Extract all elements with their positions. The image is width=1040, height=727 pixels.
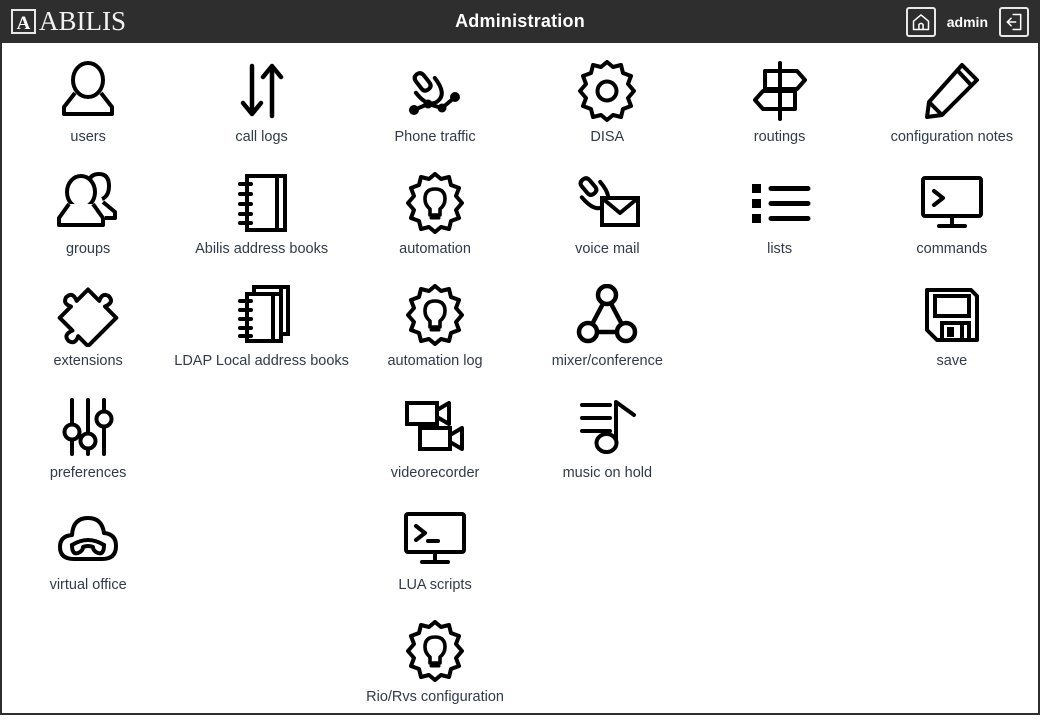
phone-network-icon <box>402 55 468 127</box>
tile-empty <box>693 391 865 503</box>
user-icon <box>58 55 118 127</box>
tile-abilis-address-books[interactable]: Abilis address books <box>174 167 349 279</box>
tile-save[interactable]: save <box>866 279 1038 391</box>
tile-call-logs[interactable]: call logs <box>174 55 349 167</box>
tile-rio-rvs-configuration[interactable]: Rio/Rvs configuration <box>349 615 521 727</box>
bullet-list-icon <box>749 167 811 239</box>
tile-label: voice mail <box>575 241 640 257</box>
tile-empty <box>693 279 865 391</box>
tile-label: users <box>70 129 106 145</box>
admin-page: A ABILIS Administration admin users call… <box>0 0 1040 715</box>
tile-routings[interactable]: routings <box>693 55 865 167</box>
tile-empty <box>866 391 1038 503</box>
tile-label: music on hold <box>562 465 653 481</box>
tile-preferences[interactable]: preferences <box>2 391 174 503</box>
tile-label: Phone traffic <box>394 129 476 145</box>
tile-commands[interactable]: commands <box>866 167 1038 279</box>
tile-phone-traffic[interactable]: Phone traffic <box>349 55 521 167</box>
tile-configuration-notes[interactable]: configuration notes <box>866 55 1038 167</box>
tile-label: DISA <box>590 129 625 145</box>
tile-virtual-office[interactable]: virtual office <box>2 503 174 615</box>
cloud-phone-icon <box>56 503 120 575</box>
tile-label: automation <box>399 241 471 257</box>
tile-label: preferences <box>49 465 127 481</box>
up-down-arrows-icon <box>233 55 291 127</box>
tile-empty <box>866 503 1038 615</box>
home-icon <box>912 13 930 30</box>
sliders-icon <box>59 391 117 463</box>
tile-label: groups <box>65 241 111 257</box>
gear-icon <box>576 55 638 127</box>
tile-label: extensions <box>53 353 123 369</box>
tile-label: virtual office <box>49 577 127 593</box>
tile-disa[interactable]: DISA <box>521 55 693 167</box>
top-bar: A ABILIS Administration admin <box>0 0 1040 43</box>
tile-empty <box>693 503 865 615</box>
notebook-icon <box>233 167 291 239</box>
gear-bulb-icon <box>404 279 466 351</box>
tile-empty <box>2 615 174 727</box>
floppy-disk-icon <box>921 279 983 351</box>
tile-users[interactable]: users <box>2 55 174 167</box>
tile-label: lists <box>767 241 793 257</box>
tile-automation-log[interactable]: automation log <box>349 279 521 391</box>
monitor-prompt-icon <box>919 167 985 239</box>
tile-extensions[interactable]: extensions <box>2 279 174 391</box>
tile-empty <box>174 503 349 615</box>
tile-music-on-hold[interactable]: music on hold <box>521 391 693 503</box>
tile-groups[interactable]: groups <box>2 167 174 279</box>
signpost-icon <box>749 55 811 127</box>
tile-empty <box>521 503 693 615</box>
monitor-prompt-icon <box>402 503 468 575</box>
gear-bulb-icon <box>404 167 466 239</box>
tile-label: routings <box>753 129 806 145</box>
tile-empty <box>693 615 865 727</box>
tile-label: LDAP Local address books <box>174 353 349 369</box>
conference-nodes-icon <box>576 279 638 351</box>
gear-bulb-icon <box>404 615 466 687</box>
home-button[interactable] <box>905 6 936 37</box>
tile-label: configuration notes <box>890 129 1014 145</box>
logout-button[interactable] <box>999 6 1029 37</box>
tile-label: save <box>936 353 968 369</box>
logo-mark-icon: A <box>11 9 36 34</box>
video-camera-icon <box>403 391 467 463</box>
tile-ldap-address-books[interactable]: LDAP Local address books <box>174 279 349 391</box>
tile-label: commands <box>916 241 988 257</box>
tile-lua-scripts[interactable]: LUA scripts <box>349 503 521 615</box>
tile-automation[interactable]: automation <box>349 167 521 279</box>
pencil-icon <box>921 55 983 127</box>
tile-label: call logs <box>235 129 288 145</box>
brand-logo: A ABILIS <box>11 8 126 35</box>
tile-label: mixer/conference <box>551 353 663 369</box>
logo-text: ABILIS <box>39 6 126 36</box>
top-bar-actions: admin <box>905 6 1029 37</box>
tile-empty <box>866 615 1038 727</box>
logout-icon <box>1006 13 1022 30</box>
tile-empty <box>174 615 349 727</box>
tile-label: videorecorder <box>390 465 480 481</box>
users-group-icon <box>55 167 121 239</box>
module-grid: users call logs Phone traffic DISA routi… <box>2 43 1038 727</box>
tile-empty <box>174 391 349 503</box>
puzzle-piece-icon <box>56 279 120 351</box>
tile-label: Rio/Rvs configuration <box>366 689 504 705</box>
page-title: Administration <box>455 11 585 31</box>
music-note-icon <box>576 391 638 463</box>
tile-label: automation log <box>387 353 483 369</box>
content-area: users call logs Phone traffic DISA routi… <box>0 43 1040 715</box>
notebook-stack-icon <box>230 279 294 351</box>
tile-videorecorder[interactable]: videorecorder <box>349 391 521 503</box>
tile-mixer-conference[interactable]: mixer/conference <box>521 279 693 391</box>
user-label: admin <box>946 13 988 30</box>
tile-voice-mail[interactable]: voice mail <box>521 167 693 279</box>
tile-label: Abilis address books <box>195 241 329 257</box>
tile-empty <box>521 615 693 727</box>
tile-label: LUA scripts <box>398 577 472 593</box>
tile-lists[interactable]: lists <box>693 167 865 279</box>
handset-envelope-icon <box>573 167 641 239</box>
